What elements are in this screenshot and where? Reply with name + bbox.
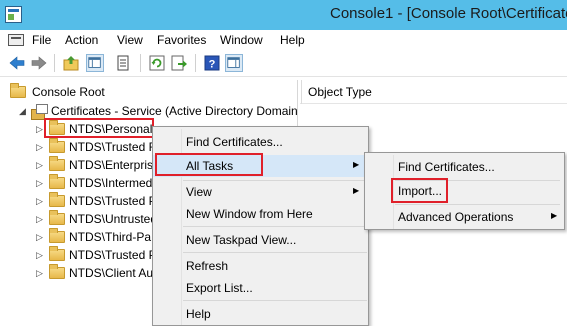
export-list-icon[interactable] xyxy=(170,54,188,72)
expand-arrow-icon[interactable]: ▷ xyxy=(36,142,44,152)
certificate-store-icon xyxy=(31,104,48,120)
up-folder-icon[interactable] xyxy=(62,54,80,72)
properties-icon[interactable] xyxy=(114,54,132,72)
highlight-box-personal xyxy=(44,118,154,138)
show-hide-tree-icon[interactable] xyxy=(86,54,104,72)
toolbar-separator xyxy=(54,54,55,72)
folder-icon xyxy=(49,192,65,207)
menu-item-label: Help xyxy=(186,307,211,321)
tree-node-label: NTDS\Intermed xyxy=(69,176,153,190)
tree-node-label: Certificates - Service (Active Directory… xyxy=(51,104,298,118)
submenu-arrow-icon: ▶ xyxy=(353,160,360,169)
refresh-icon[interactable] xyxy=(148,54,166,72)
toolbar: ? xyxy=(0,50,567,77)
menu-item-help[interactable]: Help xyxy=(153,303,368,325)
svg-text:?: ? xyxy=(209,59,216,71)
toolbar-separator xyxy=(195,54,196,72)
menu-item-label: Advanced Operations xyxy=(398,210,514,224)
back-icon[interactable] xyxy=(8,54,26,72)
menu-item-label: New Taskpad View... xyxy=(186,233,297,247)
menu-separator xyxy=(183,300,367,301)
menu-view[interactable]: View xyxy=(117,33,143,47)
tree-node-label: NTDS\Client Au xyxy=(69,266,154,280)
menu-favorites[interactable]: Favorites xyxy=(157,33,206,47)
tree-node-label: Console Root xyxy=(32,85,105,99)
column-header-label: Object Type xyxy=(308,85,372,99)
menu-separator xyxy=(183,226,367,227)
menu-item-advanced-operations[interactable]: Advanced Operations ▶ xyxy=(365,206,564,228)
expand-arrow-icon[interactable]: ▷ xyxy=(36,232,44,242)
expand-arrow-icon[interactable]: ▷ xyxy=(36,160,44,170)
collapse-arrow-icon[interactable]: ◢ xyxy=(19,106,27,116)
tree-node-label: NTDS\Enterpris xyxy=(69,158,154,172)
expand-arrow-icon[interactable]: ▷ xyxy=(36,214,44,224)
expand-arrow-icon[interactable]: ▷ xyxy=(36,268,44,278)
menu-item-export-list[interactable]: Export List... xyxy=(153,277,368,299)
tree-node-label: NTDS\Trusted R xyxy=(69,140,158,154)
expand-arrow-icon[interactable]: ▷ xyxy=(36,124,44,134)
menu-item-label: Export List... xyxy=(186,281,253,295)
menu-item-refresh[interactable]: Refresh xyxy=(153,255,368,277)
menu-separator xyxy=(395,204,560,205)
toolbar-separator xyxy=(140,54,141,72)
expand-arrow-icon[interactable]: ▷ xyxy=(36,196,44,206)
menu-item-new-window[interactable]: New Window from Here xyxy=(153,203,368,225)
menu-bar: File Action View Favorites Window Help xyxy=(0,30,567,50)
menu-action[interactable]: Action xyxy=(65,33,98,47)
menu-item-label: New Window from Here xyxy=(186,207,313,221)
column-divider[interactable] xyxy=(301,80,302,104)
submenu-arrow-icon: ▶ xyxy=(551,211,558,220)
folder-icon xyxy=(49,210,65,225)
menu-window[interactable]: Window xyxy=(220,33,263,47)
folder-icon xyxy=(49,246,65,261)
folder-icon xyxy=(49,228,65,243)
menu-item-find-certificates[interactable]: Find Certificates... xyxy=(153,131,368,153)
menu-help[interactable]: Help xyxy=(280,33,305,47)
tree-node-label: NTDS\Untrusted xyxy=(69,212,158,226)
tree-node-console-root[interactable]: Console Root xyxy=(0,82,298,102)
menu-item-find-certificates[interactable]: Find Certificates... xyxy=(365,156,564,178)
menu-item-label: Find Certificates... xyxy=(398,160,495,174)
expand-arrow-icon[interactable]: ▷ xyxy=(36,250,44,260)
menu-item-label: Refresh xyxy=(186,259,229,273)
action-pane-icon[interactable] xyxy=(225,54,243,72)
menu-item-label: View xyxy=(186,185,212,199)
menu-file[interactable]: File xyxy=(32,33,51,47)
highlight-box-all-tasks xyxy=(155,153,263,176)
highlight-box-import xyxy=(391,178,448,203)
mmc-app-icon[interactable] xyxy=(5,6,22,23)
help-icon[interactable]: ? xyxy=(203,54,221,72)
expand-arrow-icon[interactable]: ▷ xyxy=(36,178,44,188)
menu-separator xyxy=(183,252,367,253)
system-menu-icon[interactable] xyxy=(8,34,24,46)
window-title: Console1 - [Console Root\Certificate xyxy=(330,5,567,22)
tree-node-label: NTDS\Trusted P xyxy=(69,194,157,208)
folder-icon xyxy=(49,264,65,279)
tree-node-label: NTDS\Third-Pa xyxy=(69,230,152,244)
menu-item-new-taskpad[interactable]: New Taskpad View... xyxy=(153,229,368,251)
menu-item-label: Find Certificates... xyxy=(186,135,283,149)
menu-item-view[interactable]: View ▶ xyxy=(153,181,368,203)
title-bar: Console1 - [Console Root\Certificate xyxy=(0,0,567,30)
forward-icon[interactable] xyxy=(30,54,48,72)
folder-icon xyxy=(49,174,65,189)
folder-icon xyxy=(49,138,65,153)
folder-icon xyxy=(49,156,65,171)
tree-node-label: NTDS\Trusted P xyxy=(69,248,157,262)
folder-icon xyxy=(10,83,26,98)
submenu-arrow-icon: ▶ xyxy=(353,186,360,195)
column-header-object-type[interactable]: Object Type xyxy=(300,80,567,104)
